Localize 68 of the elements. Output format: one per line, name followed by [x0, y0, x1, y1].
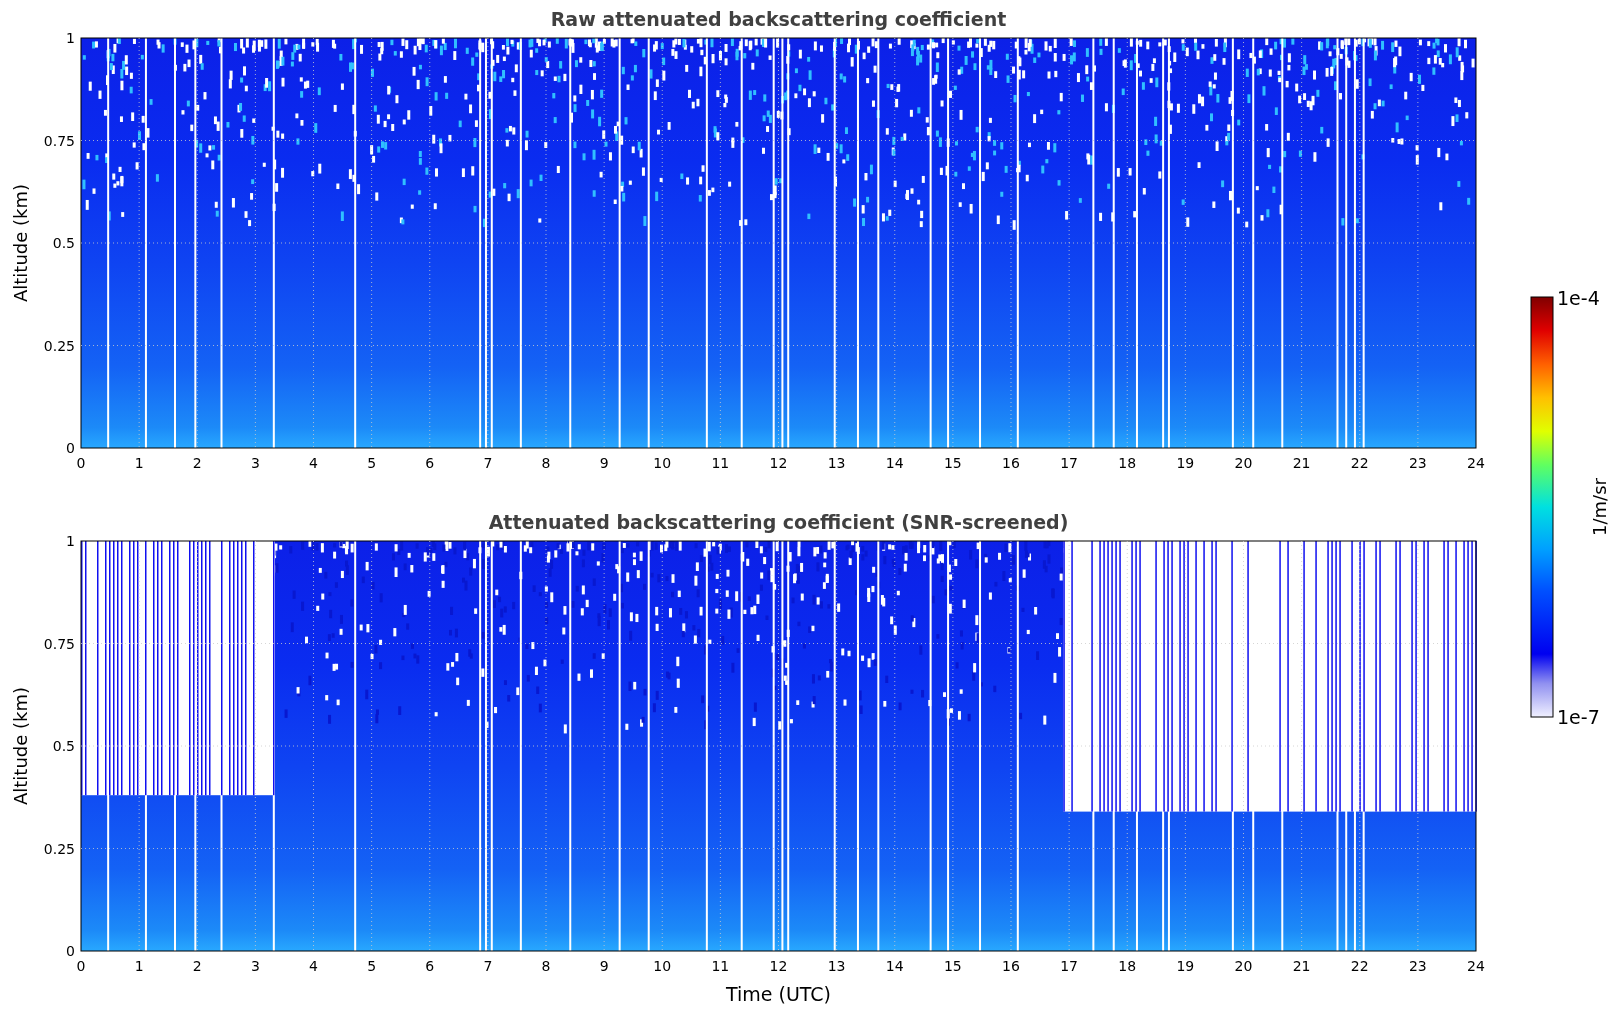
x-tick-label: 3 [250, 958, 260, 974]
x-tick-label: 5 [367, 455, 377, 471]
colorbar-min-label: 1e-7 [1557, 706, 1600, 728]
y-tick-label: 0 [66, 440, 75, 456]
x-tick-label: 12 [769, 958, 788, 974]
y-tick-label: 0.25 [43, 840, 75, 857]
colorbar-max-label: 1e-4 [1557, 287, 1600, 309]
colorbar-label: 1/m/sr [1589, 478, 1610, 536]
x-tick-label: 1 [134, 455, 144, 471]
x-tick-label: 19 [1176, 958, 1195, 974]
y-tick-label: 0.5 [52, 235, 75, 251]
x-tick-label: 24 [1467, 958, 1485, 974]
y-tick-label: 1 [66, 533, 75, 549]
chart-title: Raw attenuated backscattering coefficient [550, 8, 1007, 30]
x-tick-label: 12 [769, 455, 788, 471]
x-tick-label: 16 [1002, 958, 1020, 974]
y-tick-label: 0.75 [43, 635, 75, 652]
chart-title: Attenuated backscattering coefficient (SNR-screened) [488, 511, 1069, 533]
y-tick-label: 0 [66, 943, 75, 959]
x-tick-label: 24 [1467, 455, 1485, 471]
x-tick-label: 14 [885, 455, 904, 471]
y-tick-label: 1 [66, 30, 75, 46]
y-tick-label: 0.5 [52, 738, 75, 754]
x-tick-label: 10 [653, 455, 672, 471]
x-tick-label: 5 [367, 958, 377, 974]
x-tick-label: 22 [1350, 958, 1369, 974]
x-tick-label: 13 [827, 455, 846, 471]
x-tick-label: 21 [1292, 958, 1311, 974]
x-tick-label: 22 [1350, 455, 1369, 471]
x-tick-label: 23 [1408, 958, 1427, 974]
x-tick-label: 20 [1234, 455, 1253, 471]
x-tick-label: 19 [1176, 455, 1195, 471]
x-tick-label: 15 [943, 958, 962, 974]
x-tick-label: 4 [309, 958, 318, 974]
x-tick-label: 6 [425, 958, 435, 974]
y-axis-label: Altitude (km) [10, 686, 31, 806]
x-tick-label: 17 [1060, 958, 1079, 974]
x-tick-label: 23 [1408, 455, 1427, 471]
x-tick-label: 18 [1118, 455, 1137, 471]
x-tick-label: 0 [76, 455, 86, 471]
x-tick-label: 9 [599, 958, 609, 974]
x-tick-label: 18 [1118, 958, 1137, 974]
x-tick-label: 10 [653, 958, 672, 974]
x-tick-label: 14 [885, 958, 904, 974]
x-tick-label: 16 [1002, 455, 1020, 471]
x-tick-label: 1 [134, 958, 144, 974]
x-tick-label: 7 [483, 455, 493, 471]
x-tick-label: 4 [309, 455, 318, 471]
y-tick-label: 0.75 [43, 132, 75, 149]
x-tick-label: 7 [483, 958, 493, 974]
y-tick-label: 0.25 [43, 337, 75, 354]
x-axis-label: Time (UTC) [726, 983, 831, 1005]
x-tick-label: 8 [541, 455, 551, 471]
x-tick-label: 15 [943, 455, 962, 471]
x-tick-label: 8 [541, 958, 551, 974]
x-tick-label: 6 [425, 455, 435, 471]
x-tick-label: 2 [192, 455, 202, 471]
x-tick-label: 17 [1060, 455, 1079, 471]
x-tick-label: 11 [711, 455, 730, 471]
x-tick-label: 2 [192, 958, 202, 974]
x-tick-label: 13 [827, 958, 846, 974]
y-axis-label: Altitude (km) [10, 183, 31, 303]
x-tick-label: 21 [1292, 455, 1311, 471]
x-tick-label: 20 [1234, 958, 1253, 974]
x-tick-label: 0 [76, 958, 86, 974]
x-tick-label: 11 [711, 958, 730, 974]
x-tick-label: 9 [599, 455, 609, 471]
x-tick-label: 3 [250, 455, 260, 471]
